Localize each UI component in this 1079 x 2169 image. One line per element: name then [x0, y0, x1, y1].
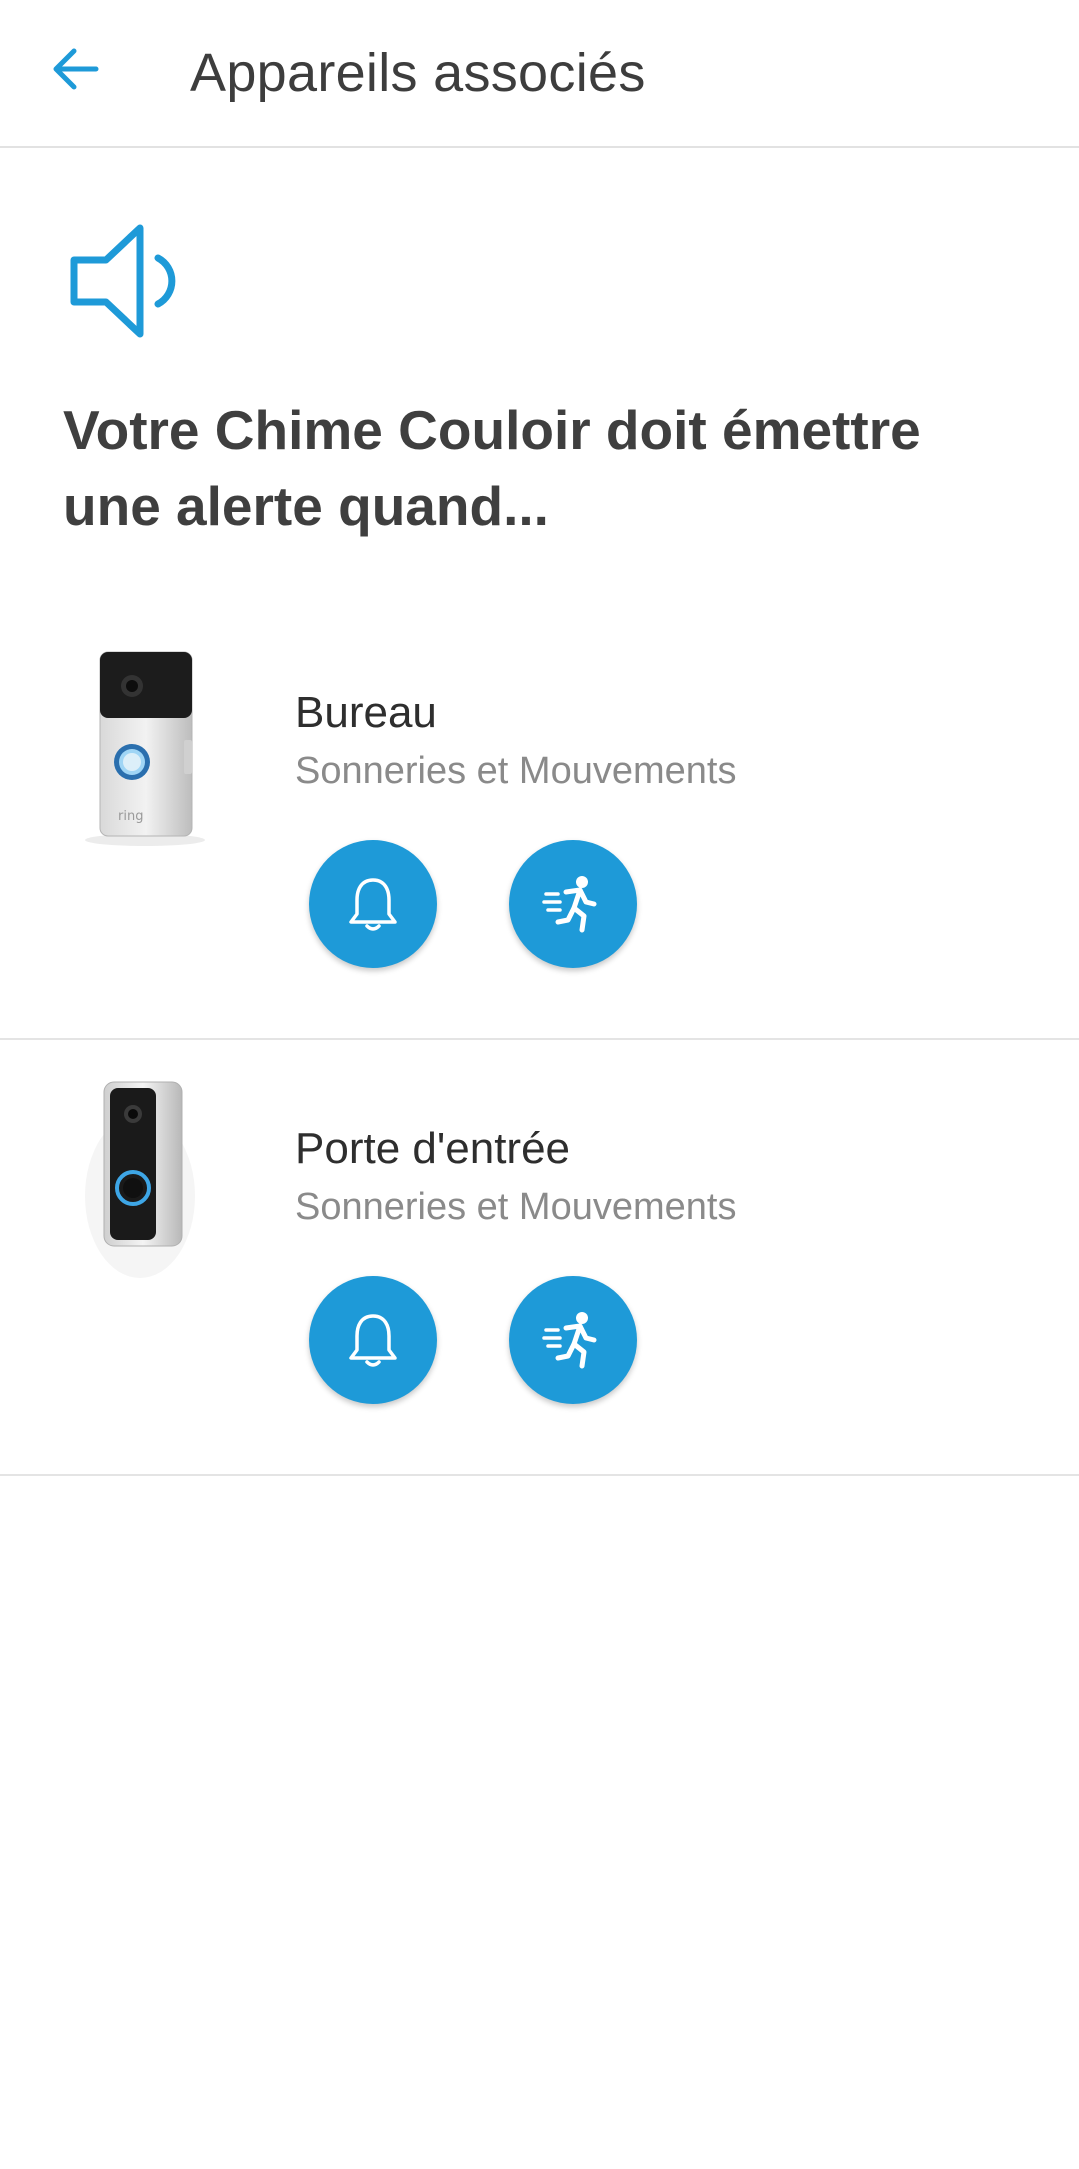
speaker-icon: [70, 224, 176, 338]
device-subtitle: Sonneries et Mouvements: [295, 750, 737, 792]
peephole-cam-image: [85, 1081, 195, 1278]
bell-icon: [349, 878, 397, 931]
device-name: Bureau: [295, 688, 437, 737]
device-row-porte-entree: Porte d'entrée Sonneries et Mouvements: [0, 1040, 1079, 1476]
back-button[interactable]: [40, 34, 110, 104]
bell-icon: [349, 1314, 397, 1367]
motion-alert-button[interactable]: [509, 1276, 637, 1404]
arrow-left-icon: [53, 48, 99, 90]
svg-text:ring: ring: [118, 809, 143, 824]
motion-alert-button[interactable]: [509, 840, 637, 968]
device-subtitle: Sonneries et Mouvements: [295, 1186, 737, 1228]
headline: Votre Chime Couloir doit émettre une ale…: [63, 399, 921, 537]
ring-alert-button[interactable]: [309, 1276, 437, 1404]
ring-alert-button[interactable]: [309, 840, 437, 968]
device-name: Porte d'entrée: [295, 1124, 571, 1173]
device-row-bureau: ring Bureau Sonneries et Mouvements: [0, 604, 1079, 1040]
app-bar: Appareils associés: [0, 0, 1079, 148]
running-person-icon: [542, 1312, 597, 1369]
running-person-icon: [542, 876, 597, 933]
video-doorbell-3-image: ring: [85, 651, 205, 846]
page-title: Appareils associés: [190, 43, 646, 103]
